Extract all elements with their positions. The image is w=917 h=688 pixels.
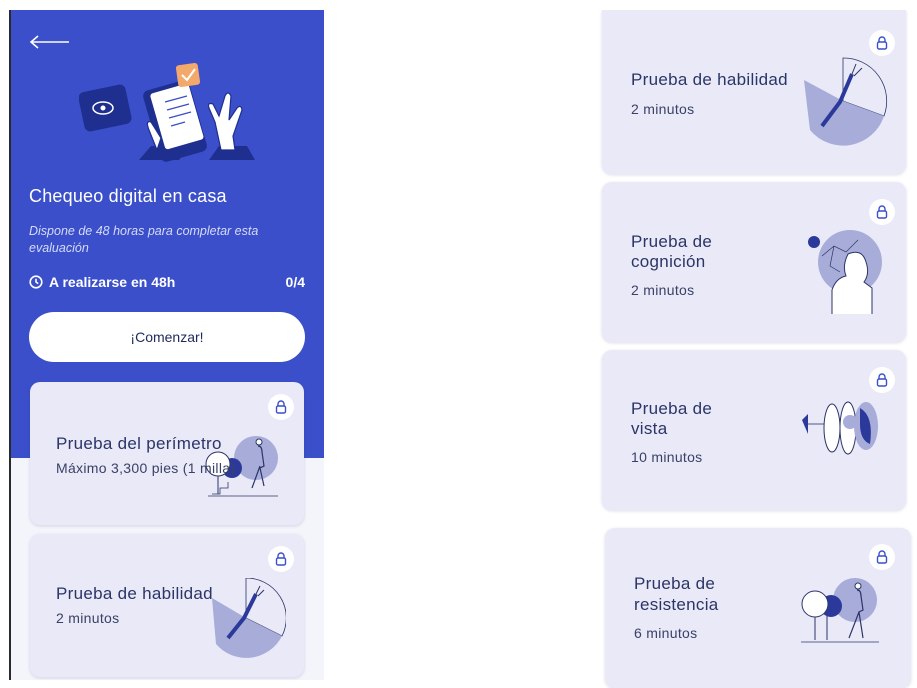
progress-count: 0/4: [285, 274, 305, 290]
hand-reach-illustration: [212, 578, 286, 658]
card-title-line2: vista: [631, 419, 668, 438]
hand-reach-illustration: [804, 57, 888, 146]
card-title-line1: Prueba de: [631, 399, 713, 418]
start-button[interactable]: ¡Comenzar!: [29, 312, 305, 362]
lock-icon: [876, 205, 888, 219]
test-card-skill[interactable]: Prueba de habilidad 2 minutos: [602, 10, 906, 174]
clock-icon: [29, 275, 43, 289]
lock-icon: [275, 552, 287, 566]
test-card-endurance[interactable]: Prueba de resistencia 6 minutos: [605, 528, 911, 688]
lock-badge: [869, 30, 895, 56]
eye-icon: [79, 84, 132, 132]
card-subtitle: Máximo 3,300 pies (1 milla): [56, 460, 236, 476]
card-title: Prueba de habilidad: [631, 70, 788, 89]
eye-lens-illustration: [802, 401, 878, 455]
card-subtitle: 2 minutos: [631, 101, 695, 117]
phone-checklist-illustration: [79, 62, 255, 162]
page-subtitle: Dispone de 48 horas para completar esta …: [29, 224, 259, 255]
card-title: Prueba del perímetro: [56, 434, 222, 453]
lock-icon: [275, 400, 287, 414]
lock-badge: [869, 199, 895, 225]
deadline-row: A realizarse en 48h 0/4: [29, 274, 305, 290]
card-subtitle: 6 minutos: [634, 625, 698, 641]
head-constellation-illustration: [808, 230, 882, 314]
test-card-skill[interactable]: Prueba de habilidad 2 minutos: [30, 534, 304, 677]
card-subtitle: 2 minutos: [56, 610, 120, 626]
lock-badge: [869, 367, 895, 393]
test-card-vision[interactable]: Prueba de vista 10 minutos: [602, 350, 906, 510]
back-arrow-icon[interactable]: [27, 32, 71, 52]
card-title-line2: cognición: [631, 252, 706, 271]
panel-edge: [9, 10, 11, 680]
lock-icon: [876, 373, 888, 387]
card-title-line1: Prueba de: [634, 574, 716, 593]
test-card-cognition[interactable]: Prueba de cognición 2 minutos: [602, 182, 906, 342]
card-title-line2: resistencia: [634, 595, 719, 614]
card-title: Prueba de habilidad: [56, 584, 213, 603]
lock-badge: [268, 546, 294, 572]
left-screen: Chequeo digital en casa Dispone de 48 ho…: [9, 10, 324, 680]
checkmark-icon: [175, 62, 201, 88]
lock-badge: [268, 394, 294, 420]
card-title-line1: Prueba de: [631, 232, 713, 251]
lock-badge: [869, 544, 895, 570]
card-subtitle: 2 minutos: [631, 282, 695, 298]
lock-icon: [876, 36, 888, 50]
right-screen: Prueba de habilidad 2 minutos Prueba de …: [596, 10, 914, 688]
page-title: Chequeo digital en casa: [29, 186, 227, 206]
test-card-perimeter[interactable]: Prueba del perímetro Máximo 3,300 pies (…: [30, 382, 304, 525]
lock-icon: [876, 550, 888, 564]
deadline-label: A realizarse en 48h: [49, 274, 176, 290]
walking-person-illustration: [801, 578, 879, 643]
card-subtitle: 10 minutos: [631, 449, 703, 465]
